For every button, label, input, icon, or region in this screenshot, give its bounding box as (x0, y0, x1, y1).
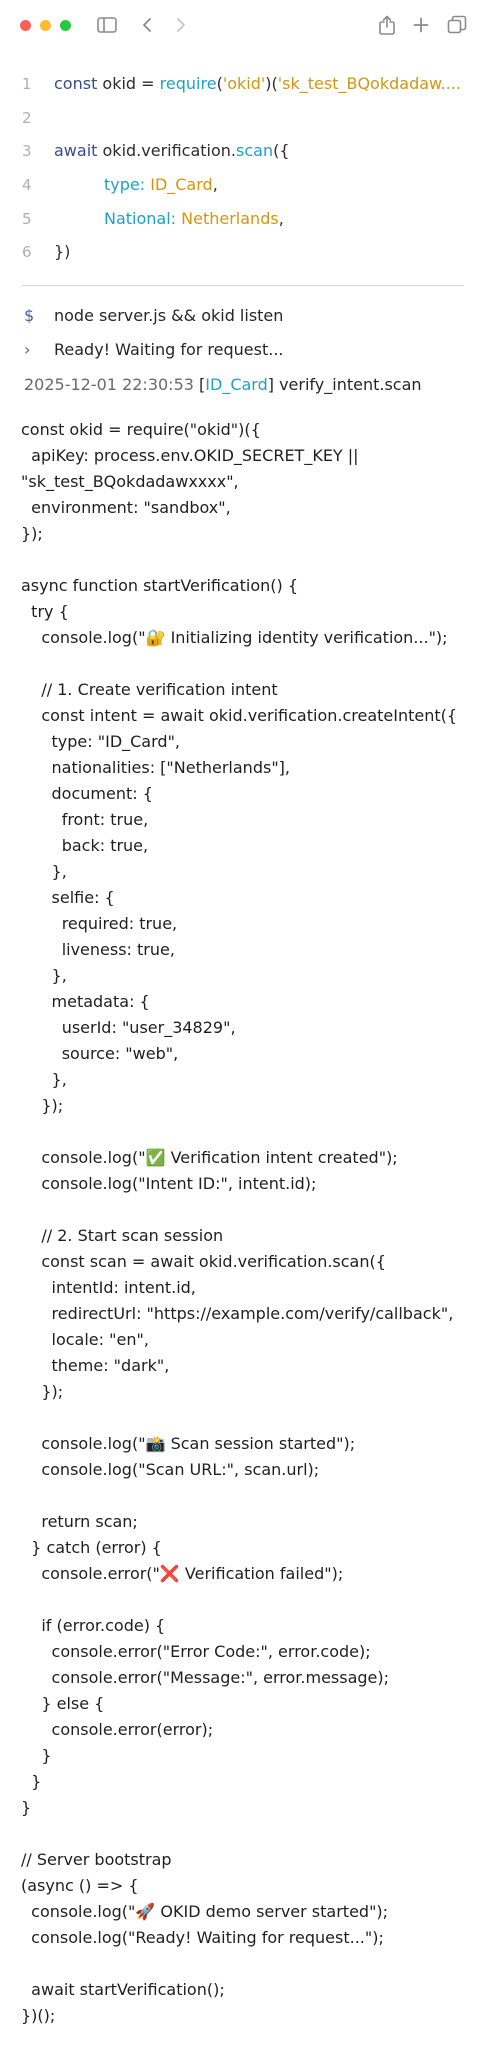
terminal-ready-text: Ready! Waiting for request... (54, 340, 284, 359)
divider (22, 285, 464, 286)
terminal-log-line: 2025-12-01 22:30:53 [ID_Card] verify_int… (24, 373, 422, 397)
close-window-button[interactable] (20, 20, 31, 31)
minimize-window-button[interactable] (40, 20, 51, 31)
log-message: verify_intent.scan (274, 375, 422, 394)
terminal-command-row: $ node server.js && okid listen (0, 304, 488, 328)
log-timestamp: 2025-12-01 22:30:53 (24, 375, 194, 394)
chevron-right-icon[interactable] (170, 14, 192, 36)
chevron-right-icon: › (24, 340, 31, 359)
share-icon[interactable] (376, 14, 398, 36)
terminal-command: node server.js && okid listen (54, 306, 284, 325)
plus-icon[interactable] (410, 14, 432, 36)
code-text: National: Netherlands, (104, 209, 284, 228)
zoom-window-button[interactable] (60, 20, 71, 31)
code-text: const okid = require('okid')('sk_test_BQ… (54, 74, 461, 93)
chevron-left-icon[interactable] (136, 14, 158, 36)
sidebar-icon[interactable] (96, 14, 118, 36)
window-toolbar (0, 0, 488, 50)
line-number: 6 (22, 243, 32, 261)
log-tag: ID_Card (205, 375, 268, 394)
tabs-icon[interactable] (446, 14, 468, 36)
source-code-block: const okid = require("okid")({ apiKey: p… (21, 420, 458, 2025)
line-number: 3 (22, 142, 32, 160)
code-text: await okid.verification.scan({ (54, 141, 290, 160)
terminal-ready-row: › Ready! Waiting for request... (0, 338, 488, 362)
line-number: 5 (22, 210, 32, 228)
code-text: type: ID_Card, (104, 175, 218, 194)
line-number: 4 (22, 176, 32, 194)
line-number: 1 (22, 75, 32, 93)
terminal-prompt: $ (24, 306, 35, 325)
line-number: 2 (22, 109, 32, 127)
code-text: }) (54, 242, 71, 261)
